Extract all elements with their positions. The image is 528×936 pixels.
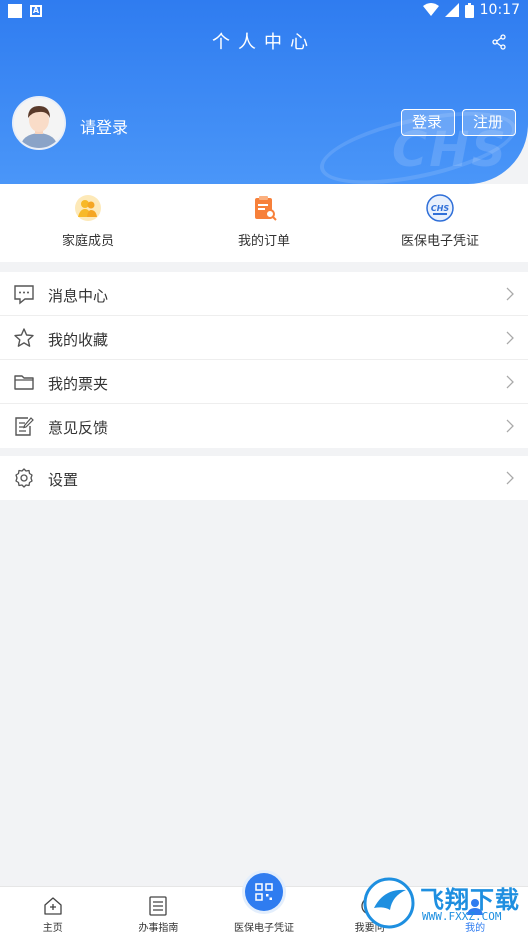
signal-icon <box>444 3 459 17</box>
avatar[interactable] <box>12 96 66 150</box>
menu-settings-list: 设置 <box>0 456 528 500</box>
shortcut-family-members[interactable]: 家庭成员 <box>0 184 176 262</box>
app-notification-icon: A <box>30 5 42 17</box>
login-button[interactable]: 登录 <box>401 109 455 136</box>
chevron-right-icon <box>506 471 514 485</box>
login-prompt[interactable]: 请登录 <box>80 114 128 138</box>
chevron-right-icon <box>506 419 514 433</box>
folder-icon <box>14 375 34 390</box>
share-icon[interactable] <box>492 34 506 50</box>
notification-icon <box>8 4 22 18</box>
shortcut-my-orders[interactable]: 我的订单 <box>176 184 352 262</box>
menu-item-settings[interactable]: 设置 <box>0 456 528 500</box>
chs-badge-icon: CHS <box>426 194 454 222</box>
wifi-icon <box>422 3 439 16</box>
register-button[interactable]: 注册 <box>462 109 516 136</box>
menu-item-label: 意见反馈 <box>48 419 109 437</box>
tab-label: 办事指南 <box>138 923 179 934</box>
shortcut-label: 家庭成员 <box>61 234 114 249</box>
feedback-icon <box>15 417 34 436</box>
menu-item-label: 我的票夹 <box>48 375 109 393</box>
guide-icon <box>149 896 168 916</box>
profile-header: CHS A 10:17 个人中心 请登录 登录 注册 <box>0 0 528 184</box>
chevron-right-icon <box>506 287 514 301</box>
battery-icon <box>464 2 474 18</box>
family-icon <box>75 195 101 221</box>
qr-code-icon <box>255 883 273 901</box>
shortcut-label: 我的订单 <box>237 234 290 249</box>
menu-item-my-tickets[interactable]: 我的票夹 <box>0 360 528 404</box>
order-icon <box>255 196 277 221</box>
menu-item-label: 设置 <box>48 471 79 489</box>
menu-item-my-favorites[interactable]: 我的收藏 <box>0 316 528 360</box>
menu-item-label: 我的收藏 <box>48 331 109 349</box>
home-icon <box>44 897 62 915</box>
menu-item-label: 消息中心 <box>48 287 109 305</box>
tab-guide[interactable]: 办事指南 <box>106 887 212 936</box>
shortcut-medical-ecard[interactable]: CHS 医保电子凭证 <box>352 184 528 262</box>
page-title: 个人中心 <box>212 32 316 53</box>
status-bar: A 10:17 <box>0 0 528 24</box>
default-avatar-icon <box>14 98 64 148</box>
chevron-right-icon <box>506 375 514 389</box>
gear-icon <box>15 468 33 488</box>
tab-label: 医保电子凭证 <box>233 923 294 934</box>
svg-text:CHS: CHS <box>431 204 450 213</box>
message-icon <box>14 285 34 305</box>
star-icon <box>14 328 34 347</box>
tab-label: 主页 <box>42 923 63 934</box>
tab-medical-ecard[interactable]: 医保电子凭证 <box>211 873 317 936</box>
menu-main-list: 消息中心 我的收藏 我的票夹 意见反馈 <box>0 272 528 448</box>
menu-item-feedback[interactable]: 意见反馈 <box>0 404 528 448</box>
site-logo-watermark: 飞翔下载 WWW.FXXZ.COM <box>362 876 522 934</box>
bird-logo-icon <box>363 877 415 929</box>
chevron-right-icon <box>506 331 514 345</box>
qr-scan-button[interactable] <box>244 873 283 911</box>
tab-home[interactable]: 主页 <box>0 887 106 936</box>
logo-watermark-url: WWW.FXXZ.COM <box>422 910 502 923</box>
shortcut-row: 家庭成员 我的订单 CHS 医保电子凭证 <box>0 184 528 262</box>
status-time: 10:17 <box>479 2 520 18</box>
menu-item-message-center[interactable]: 消息中心 <box>0 272 528 316</box>
shortcut-label: 医保电子凭证 <box>400 234 479 249</box>
